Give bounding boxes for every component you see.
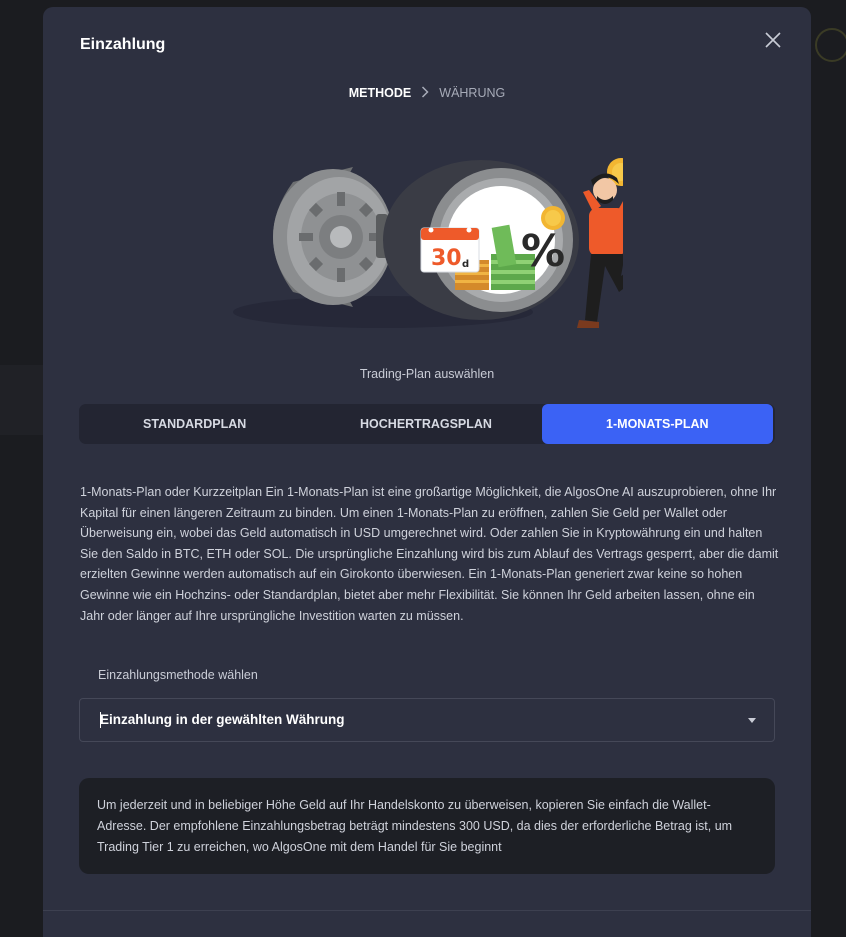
plan-description: 1-Monats-Plan oder Kurzzeitplan Ein 1-Mo… <box>80 485 779 623</box>
modal-title: Einzahlung <box>80 36 166 53</box>
stepper: METHODE WÄHRUNG <box>43 85 811 101</box>
background-coin-icon <box>815 28 846 62</box>
step-currency: WÄHRUNG <box>439 86 506 100</box>
modal-footer-divider <box>43 910 811 911</box>
background-table-band <box>0 365 44 435</box>
deposit-method-value: Einzahlung in der gewählten Währung <box>100 712 345 727</box>
deposit-method-label: Einzahlungsmethode wählen <box>98 668 258 682</box>
tab-one-month-plan[interactable]: 1-MONATS-PLAN <box>541 404 773 444</box>
calendar-unit: d <box>462 259 469 270</box>
percent-sign: % <box>521 226 565 277</box>
tab-standard-plan[interactable]: STANDARDPLAN <box>79 404 310 444</box>
calendar-number: 30 <box>431 246 462 271</box>
text-cursor <box>100 712 101 728</box>
deposit-info-box: Um jederzeit und in beliebiger Höhe Geld… <box>79 778 775 874</box>
deposit-modal: Einzahlung METHODE WÄHRUNG % 30 d Tradin… <box>43 7 811 937</box>
chevron-down-icon <box>748 718 756 723</box>
tab-high-yield-plan[interactable]: HOCHERTRAGSPLAN <box>310 404 541 444</box>
step-method: METHODE <box>348 86 412 100</box>
plan-tabs: STANDARDPLAN HOCHERTRAGSPLAN 1-MONATS-PL… <box>79 404 775 444</box>
plan-caption: Trading-Plan auswählen <box>359 367 495 381</box>
chevron-right-icon <box>421 85 429 101</box>
deposit-method-select[interactable]: Einzahlung in der gewählten Währung <box>79 698 775 742</box>
vault-illustration: % 30 d <box>233 142 657 342</box>
close-icon[interactable] <box>764 31 782 49</box>
